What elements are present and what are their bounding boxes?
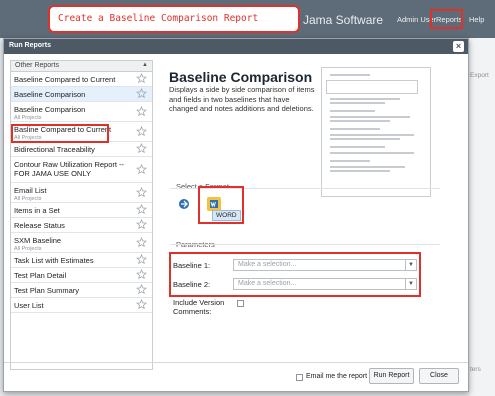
star-icon[interactable]	[136, 88, 147, 99]
star-icon[interactable]	[136, 204, 147, 215]
report-list-item-label: SXM Baseline	[14, 236, 62, 245]
report-list-item[interactable]: Task List with Estimates	[11, 253, 152, 268]
report-list-item[interactable]: Release Status	[11, 218, 152, 233]
dialog-titlebar: Run Reports ×	[4, 39, 468, 54]
report-list-item[interactable]: Bidirectional Traceability	[11, 142, 152, 157]
report-list-item-label: Release Status	[14, 221, 65, 230]
star-icon[interactable]	[136, 143, 147, 154]
report-list-item[interactable]: Items in a Set	[11, 203, 152, 218]
report-title: Baseline Comparison	[169, 69, 313, 85]
report-list-item-label: Baseline Compared to Current	[14, 75, 116, 84]
email-report-checkbox[interactable]	[296, 374, 303, 381]
report-list-item-label: Task List with Estimates	[14, 256, 94, 265]
star-icon[interactable]	[136, 236, 147, 248]
report-list-item-label: Baseline Comparison	[14, 90, 86, 99]
star-icon[interactable]	[136, 269, 147, 280]
star-icon[interactable]	[136, 105, 147, 117]
report-list-item[interactable]: Baseline Compared to Current	[11, 72, 152, 87]
report-list-header: Other Reports ▲	[11, 61, 152, 72]
report-list-item-scope: All Projects	[14, 196, 42, 202]
selected-report-highlight-box	[11, 124, 109, 143]
report-list-item[interactable]: Baseline Comparison	[11, 87, 152, 102]
html-format-icon[interactable]	[178, 198, 190, 210]
collapse-icon[interactable]: ▲	[142, 62, 148, 68]
report-list-item[interactable]: SXM Baseline All Projects	[11, 233, 152, 253]
report-list-item-label: Test Plan Summary	[14, 286, 80, 295]
report-list: Other Reports ▲ Baseline Compared to Cur…	[10, 60, 153, 370]
star-icon[interactable]	[136, 284, 147, 295]
instruction-callout: Create a Baseline Comparison Report	[48, 5, 300, 33]
footer-divider	[4, 362, 468, 363]
background-export-label: Export	[470, 72, 489, 79]
report-list-item-label: Baseline Comparison	[14, 105, 86, 114]
include-version-comments-checkbox[interactable]	[237, 300, 244, 307]
report-list-item[interactable]: User List	[11, 298, 152, 313]
report-list-item[interactable]: Test Plan Detail	[11, 268, 152, 283]
report-list-item-label: Contour Raw Utilization Report -- FOR JA…	[14, 160, 125, 178]
report-list-item-label: Items in a Set	[14, 206, 60, 215]
include-version-comments-label: Include Version Comments:	[173, 298, 225, 316]
background-filters-label: ters	[470, 366, 481, 373]
dialog-title: Run Reports	[9, 42, 51, 49]
help-link[interactable]: Help	[469, 15, 484, 24]
star-icon[interactable]	[136, 219, 147, 230]
star-icon[interactable]	[136, 299, 147, 310]
report-list-item[interactable]: Email List All Projects	[11, 183, 152, 203]
report-description: Displays a side by side comparison of it…	[169, 85, 315, 113]
report-list-item-label: Bidirectional Traceability	[14, 145, 95, 154]
star-icon[interactable]	[136, 73, 147, 84]
brand-name: Jama Software	[303, 13, 384, 27]
report-list-item[interactable]: Baseline Comparison All Projects	[11, 102, 152, 122]
format-highlight-box	[198, 186, 244, 224]
close-button[interactable]: Close	[419, 368, 459, 384]
report-list-item-scope: All Projects	[14, 246, 42, 252]
reports-highlight-box	[430, 9, 463, 29]
star-icon[interactable]	[136, 163, 147, 175]
report-list-item-label: Test Plan Detail	[14, 271, 67, 280]
star-icon[interactable]	[136, 125, 147, 137]
parameters-divider	[170, 244, 440, 245]
background-page	[470, 38, 495, 396]
run-report-button[interactable]: Run Report	[369, 368, 414, 384]
email-report-label: Email me the report	[306, 373, 368, 380]
parameters-highlight-box	[169, 252, 421, 297]
report-preview-thumbnail	[321, 67, 431, 197]
close-icon[interactable]: ×	[453, 41, 464, 52]
report-list-header-label: Other Reports	[15, 62, 59, 69]
report-list-item-label: User List	[14, 301, 44, 310]
report-list-item-scope: All Projects	[14, 115, 42, 121]
star-icon[interactable]	[136, 254, 147, 265]
star-icon[interactable]	[136, 186, 147, 198]
report-list-item[interactable]: Test Plan Summary	[11, 283, 152, 298]
report-list-item[interactable]: Contour Raw Utilization Report -- FOR JA…	[11, 157, 152, 183]
report-list-item-label: Email List	[14, 186, 47, 195]
